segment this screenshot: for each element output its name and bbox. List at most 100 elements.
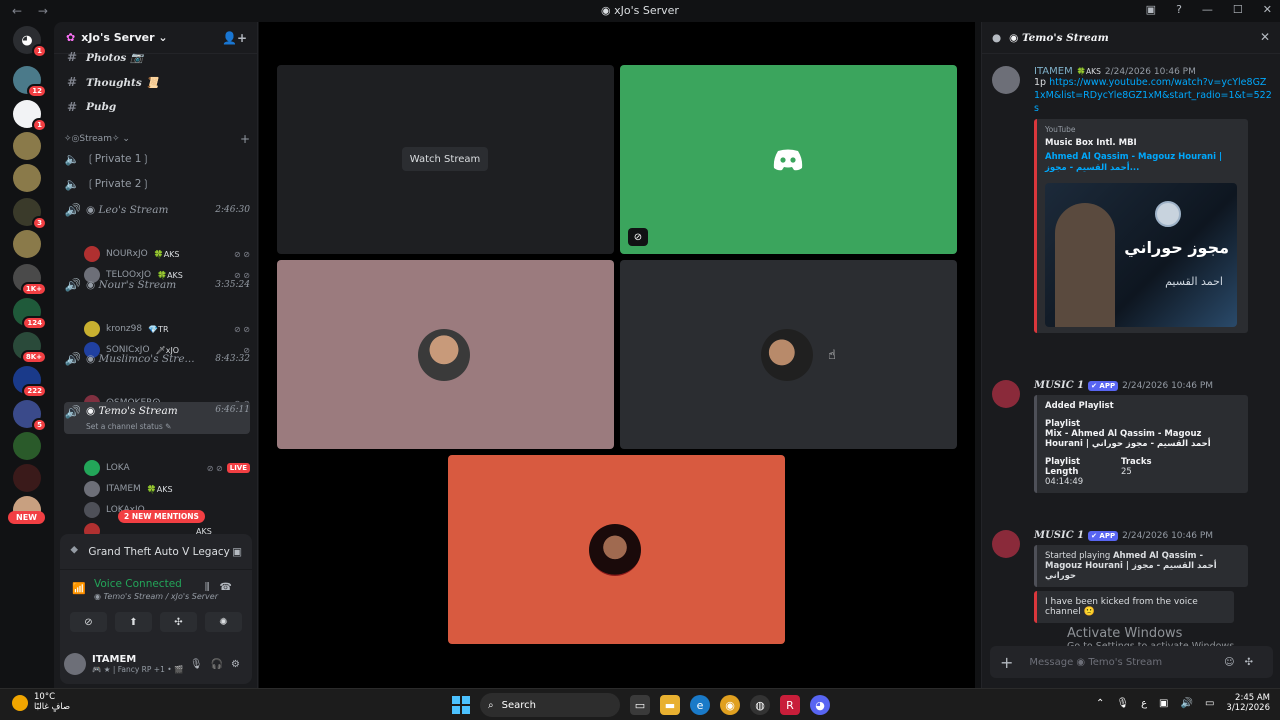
server-icon-4[interactable] — [13, 164, 41, 192]
category-stream[interactable]: ✧◎Stream✧ ⌄ + — [64, 128, 250, 150]
author-name[interactable]: ITAMEM — [1034, 66, 1073, 77]
participant-tile-loka[interactable]: ⊘ — [620, 65, 957, 254]
volume-icon[interactable]: 🔊 — [1181, 698, 1193, 709]
start-icon[interactable] — [452, 696, 470, 714]
channel-private-2[interactable]: 🔈 ❲Private 2❳ — [64, 173, 250, 195]
microphone-icon[interactable]: 🎙 — [190, 659, 211, 670]
new-unreads-pill[interactable]: NEW — [8, 511, 45, 524]
channel-photos[interactable]: # Photos 📷 — [64, 46, 250, 68]
invite-people-icon[interactable]: 👤+ — [222, 31, 247, 45]
channel-muslimcos-stream[interactable]: 🔊 ◉ Muslimco's Stre... 8:43:32 — [64, 348, 250, 370]
server-icon-10[interactable]: 222 — [13, 366, 47, 398]
voice-member[interactable]: kronz98 💎TR ⊘ ⊘ — [84, 319, 250, 339]
weather-widget[interactable]: 10°C صافٍ غالبًا — [12, 692, 70, 713]
channel-pubg[interactable]: # Pubg — [64, 96, 250, 118]
author-name[interactable]: MUSIC 1 — [1034, 380, 1084, 391]
server-icon-2[interactable]: 1 — [13, 100, 47, 132]
bot-avatar[interactable] — [992, 380, 1020, 408]
server-icon-7[interactable]: 1K+ — [13, 264, 47, 296]
chrome-icon[interactable]: ◉ — [720, 695, 740, 715]
server-icon-11[interactable]: 5 — [13, 400, 47, 432]
create-channel-icon[interactable]: + — [240, 132, 250, 146]
close-icon[interactable]: ✕ — [1260, 30, 1270, 44]
close-window-button[interactable]: ✕ — [1263, 3, 1272, 16]
field-value: 04:14:49 — [1045, 477, 1084, 487]
message-link[interactable]: https://www.youtube.com/watch?v=ycYle8GZ… — [1034, 77, 1272, 114]
embed-provider[interactable]: YouTube — [1045, 125, 1240, 134]
channel-nours-stream[interactable]: 🔊 ◉ Nour's Stream 3:35:24 — [64, 274, 250, 296]
screen-share-button[interactable]: ⬆ — [115, 612, 152, 632]
live-badge[interactable]: LIVE — [226, 463, 250, 473]
embed-title[interactable]: Ahmed Al Qassim - Magouz Hourani | أحمد … — [1045, 152, 1240, 174]
home-button[interactable]: ◕ 1 — [13, 26, 47, 58]
discord-taskbar-icon[interactable]: ◕ — [810, 695, 830, 715]
message-body: 1p https://www.youtube.com/watch?v=ycYle… — [1034, 77, 1272, 115]
file-explorer-icon[interactable]: ▬ — [660, 695, 680, 715]
maximize-button[interactable]: ☐ — [1233, 3, 1243, 16]
server-icon-8[interactable]: 124 — [13, 298, 47, 330]
speaker-icon: 🔈 — [64, 152, 80, 166]
author-name[interactable]: MUSIC 1 — [1034, 530, 1084, 541]
server-icon-5[interactable]: 3 — [13, 198, 47, 230]
soundboard-button[interactable]: ✺ — [205, 612, 242, 632]
field-value: Mix - Ahmed Al Qassim - Magouz Hourani |… — [1045, 429, 1211, 449]
server-icon-6[interactable] — [13, 230, 41, 258]
timestamp: 2/24/2026 10:46 PM — [1122, 380, 1214, 391]
stream-tile-hidden[interactable]: Watch Stream — [277, 65, 614, 254]
rockstar-icon[interactable]: R — [780, 695, 800, 715]
new-mentions-pill[interactable]: 2 NEW MENTIONS — [118, 510, 205, 523]
server-icon-3[interactable] — [13, 132, 41, 160]
channel-private-1[interactable]: 🔈 ❲Private 1❳ — [64, 148, 250, 170]
participant-tile-2[interactable]: ☝ — [620, 260, 957, 449]
bot-avatar[interactable] — [992, 530, 1020, 558]
attach-plus-icon[interactable]: + — [1000, 653, 1013, 672]
signal-icon[interactable]: 📶 — [72, 582, 86, 595]
headphones-icon[interactable]: 🎧 — [211, 659, 231, 670]
settings-gear-icon[interactable]: ⚙ — [231, 659, 248, 670]
channel-thoughts[interactable]: # Thoughts 📜 — [64, 71, 250, 93]
voice-channel-label[interactable]: ◉ Temo's Stream / xJo's Server — [70, 592, 242, 601]
microphone-tray-icon[interactable]: 🎙 — [1116, 698, 1129, 709]
taskbar-search[interactable]: ⌕ Search — [480, 693, 620, 717]
battery-icon[interactable]: ▭ — [1205, 698, 1214, 709]
language-indicator[interactable]: ع — [1141, 698, 1147, 709]
channel-leos-stream[interactable]: 🔊 ◉ Leo's Stream 2:46:30 — [64, 199, 250, 221]
activities-button[interactable]: ✣ — [160, 612, 197, 632]
user-avatar[interactable] — [64, 653, 86, 675]
message-input[interactable]: Message ◉ Temo's Stream — [1029, 657, 1162, 668]
voice-timer: 8:43:32 — [215, 354, 250, 364]
game-overlay-icon[interactable]: ▣ — [232, 546, 242, 558]
clock[interactable]: 2:45 AM 3/12/2026 — [1226, 693, 1270, 713]
user-name[interactable]: ITAMEM — [92, 654, 183, 665]
author-avatar[interactable] — [992, 66, 1020, 94]
game-activity[interactable]: ⯁ Grand Theft Auto V Legacy ▣ — [60, 534, 252, 570]
camera-button[interactable]: ⊘ — [70, 612, 107, 632]
server-icon-1[interactable]: 12 — [13, 66, 47, 98]
voice-member[interactable]: NOURxJO 🍀AKS ⊘ ⊘ — [84, 244, 250, 264]
noise-suppression-icon[interactable]: ⫼ — [205, 582, 220, 593]
youtube-embed: YouTube Music Box Intl. MBI Ahmed Al Qas… — [1034, 119, 1248, 333]
inbox-icon[interactable]: ▣ — [1146, 3, 1156, 16]
voice-member[interactable]: ITAMEM 🍀AKS — [84, 479, 250, 499]
voice-member[interactable]: LOKA ⊘ ⊘ LIVE — [84, 458, 250, 478]
github-icon[interactable]: ◍ — [750, 695, 770, 715]
watch-stream-button[interactable]: Watch Stream — [402, 147, 488, 171]
network-icon[interactable]: ▣ — [1159, 698, 1168, 709]
help-icon[interactable]: ? — [1176, 3, 1182, 16]
participant-tile-3[interactable] — [448, 455, 785, 644]
task-view-icon[interactable]: ▭ — [630, 695, 650, 715]
edge-icon[interactable]: e — [690, 695, 710, 715]
participant-tile-1[interactable] — [277, 260, 614, 449]
server-icon-12[interactable] — [13, 432, 41, 460]
server-icon-13[interactable] — [13, 464, 41, 492]
emoji-icon[interactable]: ☺ — [1224, 657, 1244, 668]
server-icon-9[interactable]: 8K+ — [13, 332, 47, 364]
minimize-button[interactable]: — — [1202, 3, 1213, 16]
video-thumbnail[interactable]: مجوز حوراني احمد القسيم — [1045, 182, 1237, 327]
message-header: ITAMEM 🍀AKS 2/24/2026 10:46 PM — [1034, 66, 1272, 77]
channel-status-input[interactable]: Set a channel status ✎ — [86, 422, 171, 431]
disconnect-icon[interactable]: ☎ — [220, 582, 242, 593]
embed-author[interactable]: Music Box Intl. MBI — [1045, 138, 1240, 148]
apps-icon[interactable]: ✣ — [1245, 657, 1263, 668]
tray-overflow-icon[interactable]: ⌃ — [1096, 698, 1104, 709]
